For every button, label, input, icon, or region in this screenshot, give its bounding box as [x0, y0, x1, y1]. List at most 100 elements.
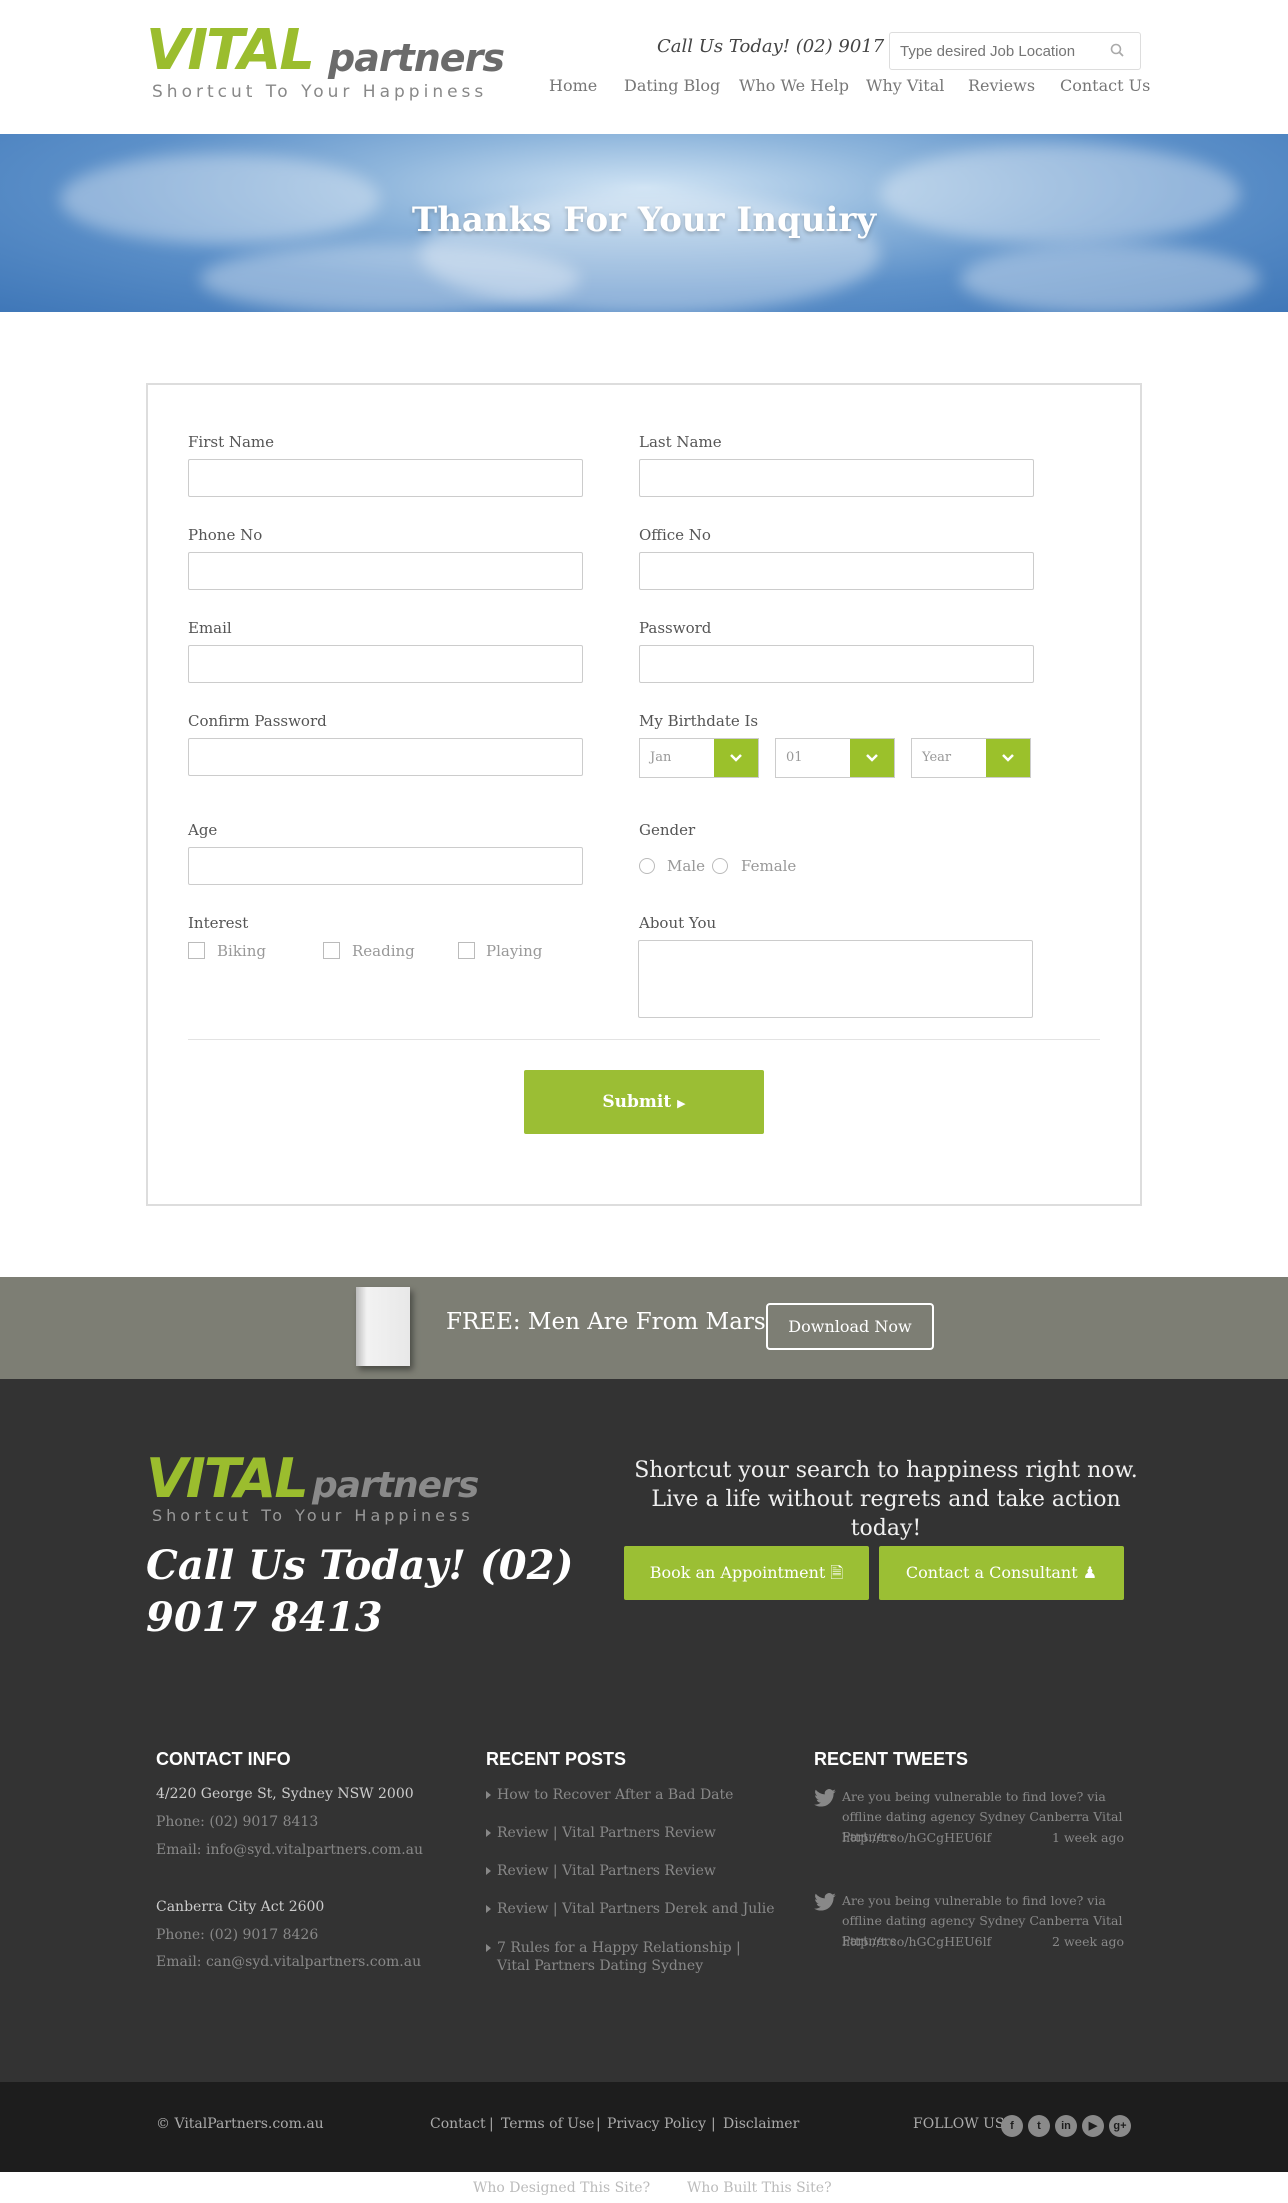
submit-button[interactable]: Submit ▶	[524, 1070, 764, 1134]
footer-tagline: Shortcut your search to happiness right …	[634, 1458, 1138, 1541]
interest-reading-checkbox[interactable]	[323, 942, 340, 959]
last-name-input[interactable]	[639, 459, 1034, 497]
chevron-down-icon	[714, 739, 758, 777]
linkedin-icon[interactable]: in	[1055, 2115, 1077, 2137]
phone-input[interactable]	[188, 552, 583, 590]
about-textarea[interactable]	[638, 940, 1033, 1018]
email-input[interactable]	[188, 645, 583, 683]
site-header: VITAL partners Shortcut To Your Happines…	[0, 0, 1288, 134]
nav-dating-blog[interactable]: Dating Blog	[624, 76, 720, 95]
facebook-icon[interactable]: f	[1001, 2115, 1023, 2137]
birthdate-label: My Birthdate Is	[639, 712, 759, 730]
twitter-icon	[814, 1789, 836, 1807]
download-button[interactable]: Download Now	[766, 1303, 934, 1350]
footer-link-contact[interactable]: Contact	[430, 2116, 486, 2132]
google-plus-icon[interactable]: g+	[1109, 2115, 1131, 2137]
recent-post-link[interactable]: Review | Vital Partners Review	[486, 1824, 776, 1842]
caret-right-icon	[486, 1829, 491, 1837]
caret-right-icon	[486, 1944, 491, 1952]
document-icon: 🗎	[830, 1563, 844, 1582]
nav-contact-us[interactable]: Contact Us	[1060, 76, 1150, 95]
footer-call-text: Call Us Today! (02) 9017 8413	[146, 1542, 574, 1641]
user-icon: ♟	[1082, 1563, 1098, 1582]
birth-day-value: 01	[786, 750, 803, 765]
password-input[interactable]	[639, 645, 1034, 683]
tweet-link[interactable]: http://t.co/hGCgHEU6lf	[842, 1830, 991, 1845]
first-name-label: First Name	[188, 433, 275, 451]
recent-post-link[interactable]: How to Recover After a Bad Date	[486, 1786, 776, 1804]
link-separator: |	[596, 2116, 601, 2132]
sydney-email[interactable]: Email: info@syd.vitalpartners.com.au	[156, 1842, 423, 1858]
footer-link-disclaimer[interactable]: Disclaimer	[723, 2116, 799, 2132]
link-separator: |	[711, 2116, 716, 2132]
recent-post-link[interactable]: 7 Rules for a Happy Relationship | Vital…	[486, 1939, 776, 1975]
interest-playing-checkbox[interactable]	[458, 942, 475, 959]
office-label: Office No	[639, 526, 711, 544]
birth-year-select[interactable]: Year	[911, 738, 1031, 778]
interest-playing-label: Playing	[486, 942, 543, 960]
email-label: Email	[188, 619, 232, 637]
age-input[interactable]	[188, 847, 583, 885]
gender-female-radio[interactable]	[712, 858, 728, 874]
birth-month-select[interactable]: Jan	[639, 738, 759, 778]
follow-us-label: FOLLOW US:	[913, 2116, 1010, 2132]
nav-reviews[interactable]: Reviews	[968, 76, 1035, 95]
logo-tagline: Shortcut To Your Happiness	[152, 82, 488, 102]
about-label: About You	[639, 914, 717, 932]
confirm-password-input[interactable]	[188, 738, 583, 776]
footer-link-terms[interactable]: Terms of Use	[501, 2116, 594, 2132]
recent-tweets-heading: RECENT TWEETS	[814, 1749, 969, 1769]
logo-brand: VITAL	[146, 18, 315, 83]
who-built-link[interactable]: Who Built This Site?	[687, 2180, 832, 2196]
phone-label: Phone No	[188, 526, 263, 544]
book-appointment-button[interactable]: Book an Appointment 🗎	[624, 1546, 869, 1600]
caret-right-icon: ▶	[677, 1097, 686, 1110]
birth-year-value: Year	[922, 750, 952, 765]
promo-text: FREE: Men Are From Mars	[446, 1309, 766, 1335]
search-input[interactable]	[889, 32, 1141, 70]
nav-who-we-help[interactable]: Who We Help	[739, 76, 849, 95]
youtube-icon[interactable]: ▶	[1082, 2115, 1104, 2137]
hero-banner: Thanks For Your Inquiry	[0, 134, 1288, 314]
page-title: Thanks For Your Inquiry	[411, 200, 877, 240]
first-name-input[interactable]	[188, 459, 583, 497]
copyright-text: © VitalPartners.com.au	[156, 2116, 324, 2132]
recent-post-title: Review | Vital Partners Review	[497, 1825, 716, 1841]
caret-right-icon	[486, 1791, 491, 1799]
birth-day-select[interactable]: 01	[775, 738, 895, 778]
twitter-icon[interactable]: t	[1028, 2115, 1050, 2137]
gender-label: Gender	[639, 821, 696, 839]
tweet-time: 1 week ago	[1052, 1830, 1124, 1845]
nav-why-vital[interactable]: Why Vital	[866, 76, 944, 95]
footer-logo-brand-suffix: partners	[312, 1465, 479, 1506]
age-label: Age	[188, 821, 218, 839]
canberra-phone: Phone: (02) 9017 8426	[156, 1927, 319, 1943]
submit-label: Submit	[602, 1092, 672, 1112]
book-image	[356, 1287, 410, 1366]
recent-post-title: How to Recover After a Bad Date	[497, 1787, 734, 1803]
canberra-email[interactable]: Email: can@syd.vitalpartners.com.au	[156, 1954, 421, 1970]
footer-link-privacy[interactable]: Privacy Policy	[607, 2116, 706, 2132]
nav-home[interactable]: Home	[549, 76, 597, 95]
contact-consultant-label: Contact a Consultant	[905, 1563, 1078, 1582]
gender-male-radio[interactable]	[639, 858, 655, 874]
office-input[interactable]	[639, 552, 1034, 590]
gender-female-label: Female	[741, 857, 797, 875]
tweet-link[interactable]: http://t.co/hGCgHEU6lf	[842, 1934, 991, 1949]
tweet-item: Are you being vulnerable to find love? v…	[814, 1891, 1124, 1951]
logo-brand-suffix: partners	[328, 36, 505, 80]
canberra-address: Canberra City Act 2600	[156, 1899, 325, 1915]
who-designed-link[interactable]: Who Designed This Site?	[473, 2180, 650, 2196]
last-name-label: Last Name	[639, 433, 722, 451]
recent-post-title: Review | Vital Partners Derek and Julie	[497, 1901, 775, 1917]
recent-posts-heading: RECENT POSTS	[486, 1749, 627, 1769]
birth-month-value: Jan	[650, 750, 672, 765]
recent-post-link[interactable]: Review | Vital Partners Derek and Julie	[486, 1900, 776, 1918]
interest-biking-checkbox[interactable]	[188, 942, 205, 959]
password-label: Password	[639, 619, 712, 637]
footer-logo-tagline: Shortcut To Your Happiness	[152, 1506, 474, 1525]
recent-post-link[interactable]: Review | Vital Partners Review	[486, 1862, 776, 1880]
contact-consultant-button[interactable]: Contact a Consultant ♟	[879, 1546, 1124, 1600]
search-icon[interactable]	[1110, 43, 1124, 57]
book-appointment-label: Book an Appointment	[649, 1563, 826, 1582]
